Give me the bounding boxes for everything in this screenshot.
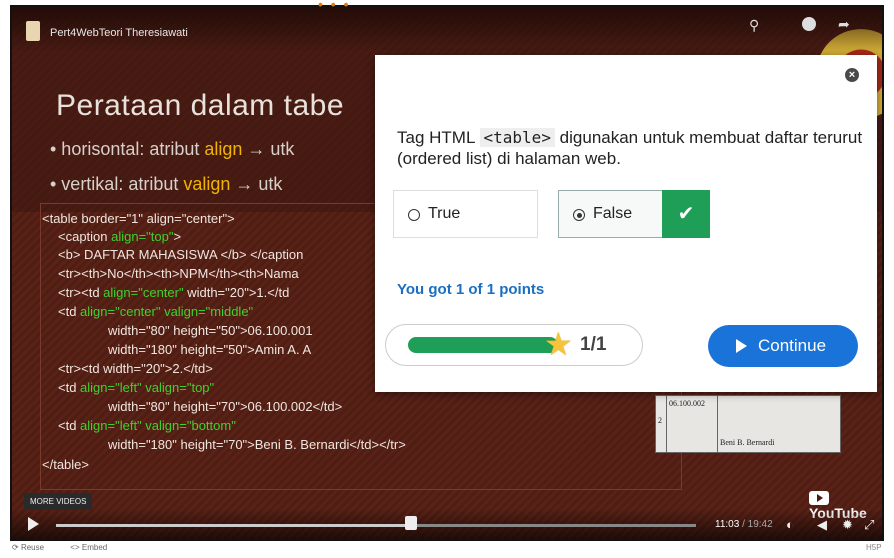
code-line: <caption align="top"> — [58, 229, 182, 244]
option-label: True — [428, 205, 461, 222]
watch-later-icon[interactable] — [802, 17, 816, 31]
code-line: <tr><td width="20">2.</td> — [58, 361, 213, 376]
code-line: <td align="left" valign="top" — [58, 380, 215, 395]
preview-cell-no: 2 — [656, 396, 667, 452]
slide-heading: Perataan dalam tabe — [56, 89, 345, 122]
settings-icon[interactable]: ✹ — [842, 517, 853, 533]
code-line: <td align="center" valign="middle" — [58, 304, 254, 319]
youtube-play-icon — [809, 491, 829, 506]
close-icon[interactable]: × — [845, 68, 859, 82]
progress-handle[interactable] — [405, 516, 417, 530]
question-text: Tag HTML <table> digunakan untuk membuat… — [397, 128, 863, 168]
code-line: <table border="1" align="center"> — [42, 211, 235, 226]
continue-button[interactable]: Continue — [708, 325, 858, 367]
speed-icon[interactable]: ◐ — [786, 517, 794, 532]
score-bar-fill — [408, 337, 558, 353]
share-icon[interactable]: ➦ — [838, 16, 850, 33]
check-icon: ✔ — [662, 190, 710, 238]
h5p-logo[interactable]: H5P — [866, 543, 882, 552]
preview-cell-name: Beni B. Bernardi — [720, 438, 775, 447]
code-line: width="80" height="70">06.100.002</td> — [108, 399, 343, 414]
embed-link[interactable]: <> Embed — [70, 543, 107, 552]
radio-selected-icon — [573, 209, 585, 221]
fullscreen-icon[interactable]: ⤢ — [864, 517, 874, 533]
code-line: </table> — [42, 457, 89, 472]
preview-cell-npm: 06.100.002 — [667, 396, 718, 452]
more-videos-button[interactable]: MORE VIDEOS — [24, 493, 93, 510]
play-icon — [736, 339, 747, 353]
slide-bullet-horizontal: • horisontal: atribut align → utk — [50, 139, 295, 159]
option-false[interactable]: False ✔ — [558, 190, 710, 238]
radio-icon — [408, 209, 420, 221]
code-line: <b> DAFTAR MAHASISWA </b> </caption — [58, 247, 304, 262]
time-display: 11:03 / 19:42 — [715, 519, 773, 530]
play-icon[interactable] — [28, 517, 39, 531]
code-line: <tr><td align="center" width="20">1.</td — [58, 285, 290, 300]
option-true[interactable]: True — [393, 190, 538, 238]
code-line: width="80" height="50">06.100.001 — [108, 323, 313, 338]
volume-icon[interactable]: ◀ — [817, 517, 827, 533]
h5p-footer: ⟳ Reuse <> Embed — [12, 543, 119, 552]
search-icon[interactable]: ⚲ — [749, 17, 759, 34]
video-player[interactable]: Pert4WebTeori Theresiawati ⚲ ➦ Perataan … — [10, 5, 884, 541]
star-icon: ★ — [544, 326, 573, 362]
score-value: 1/1 — [580, 334, 607, 355]
code-line: <tr><th>No</th><th>NPM</th><th>Nama — [58, 266, 299, 281]
reuse-link[interactable]: ⟳ Reuse — [12, 543, 56, 552]
option-label: False — [593, 205, 633, 222]
progress-bar[interactable] — [56, 524, 696, 527]
code-line: <td align="left" valign="bottom" — [58, 418, 236, 433]
video-title[interactable]: Pert4WebTeori Theresiawati — [50, 27, 188, 39]
code-line: width="180" height="70">Beni B. Bernardi… — [108, 437, 406, 452]
slide-bullet-vertical: • vertikal: atribut valign → utk — [50, 174, 283, 194]
rendered-table-preview: 2 06.100.002 Beni B. Bernardi — [655, 395, 841, 453]
score-text: You got 1 of 1 points — [397, 281, 545, 298]
loading-dots: • • • — [318, 0, 351, 12]
channel-icon[interactable] — [26, 21, 40, 41]
code-line: width="180" height="50">Amin A. A — [108, 342, 312, 357]
quiz-dialog: × Tag HTML <table> digunakan untuk membu… — [375, 55, 877, 392]
score-bar: ★ 1/1 — [385, 324, 643, 366]
progress-fill — [56, 524, 408, 527]
